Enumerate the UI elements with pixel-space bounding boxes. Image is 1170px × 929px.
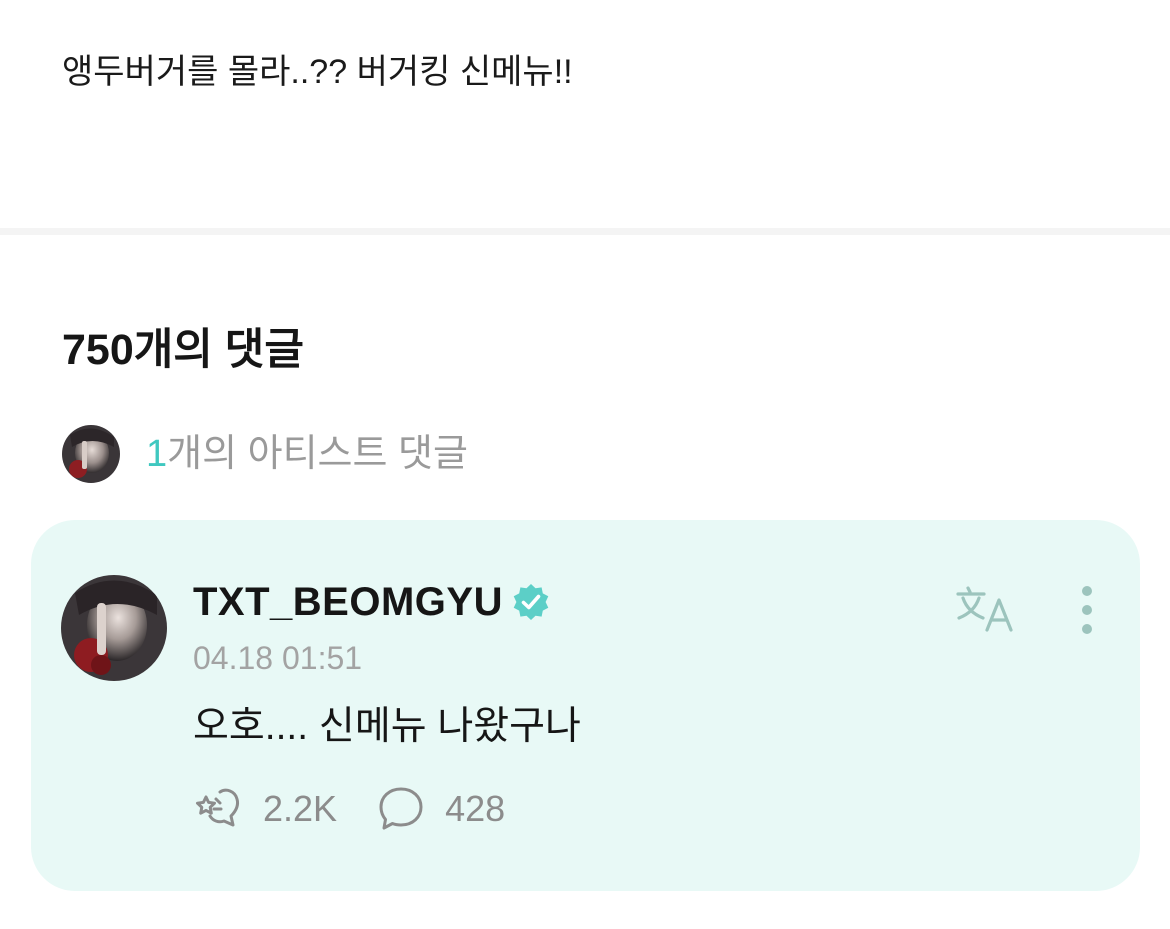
speech-bubble-icon xyxy=(375,783,427,835)
section-divider xyxy=(0,228,1170,235)
more-options-button[interactable] xyxy=(1067,580,1107,640)
comment-timestamp: 04.18 01:51 xyxy=(193,640,363,676)
author-avatar[interactable] xyxy=(61,575,167,681)
comments-count-heading: 750개의 댓글 xyxy=(62,326,304,374)
more-vertical-icon xyxy=(1067,586,1107,644)
author-name[interactable]: TXT_BEOMGYU xyxy=(193,578,503,626)
translate-button[interactable] xyxy=(953,582,1023,638)
verified-badge-icon xyxy=(511,582,551,622)
reply-button[interactable]: 428 xyxy=(375,783,505,835)
artist-comments-count: 1 xyxy=(146,433,168,475)
avatar xyxy=(62,425,120,483)
author-row: TXT_BEOMGYU xyxy=(193,578,551,626)
artist-comments-summary[interactable]: 1개의 아티스트 댓글 xyxy=(62,424,468,484)
translate-icon xyxy=(953,586,1023,642)
comment-actions: 2.2K 428 xyxy=(193,782,505,836)
like-button[interactable]: 2.2K xyxy=(193,783,337,835)
like-count: 2.2K xyxy=(263,788,338,829)
cheer-heart-icon xyxy=(193,783,245,835)
artist-comments-label: 개의 아티스트 댓글 xyxy=(167,433,468,475)
post-text: 앵두버거를 몰라..?? 버거킹 신메뉴!! xyxy=(62,53,573,91)
artist-comments-summary-text: 1개의 아티스트 댓글 xyxy=(146,431,468,477)
artist-comment-card: TXT_BEOMGYU 04.18 01:51 오호.... 신메뉴 나왔구나 … xyxy=(31,520,1140,891)
comment-body: 오호.... 신메뉴 나왔구나 xyxy=(193,705,581,748)
reply-count: 428 xyxy=(445,788,506,829)
